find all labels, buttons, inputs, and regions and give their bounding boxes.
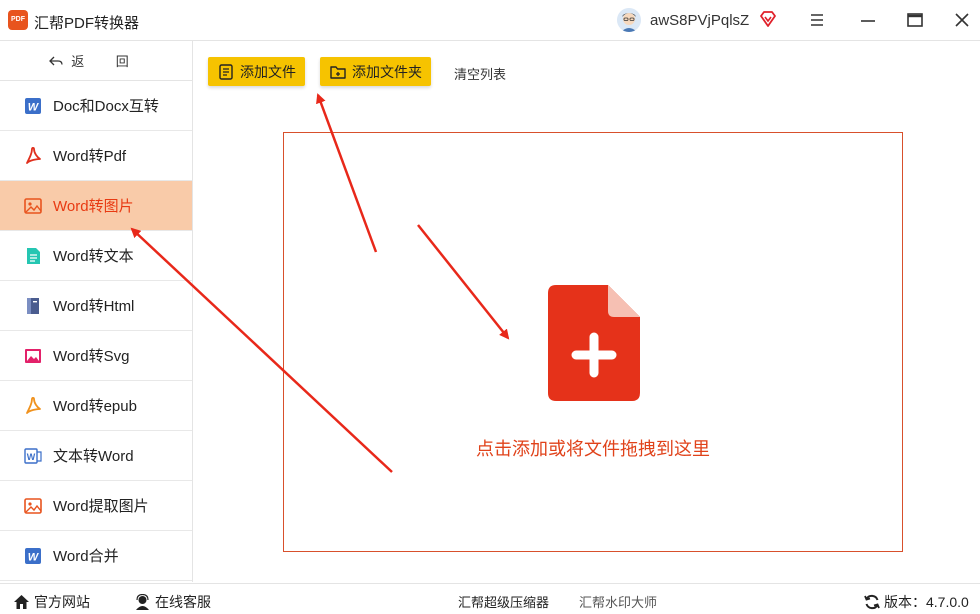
back-button[interactable]: 返 回 <box>0 41 192 81</box>
svg-image-icon <box>25 348 41 363</box>
svg-text:W: W <box>27 452 36 462</box>
file-drop-zone[interactable]: 点击添加或将文件拖拽到这里 <box>283 132 903 552</box>
back-label: 返 回 <box>71 54 143 69</box>
minimize-icon[interactable] <box>856 8 880 32</box>
sidebar: 返 回 W Doc和Docx互转 Word转Pdf Word转图片 Word转文… <box>0 41 193 582</box>
title-bar: PDF 汇帮PDF转换器 awS8PVjPqlsZ <box>0 0 980 41</box>
sidebar-item-label: Doc和Docx互转 <box>53 98 159 115</box>
sidebar-item-word-image[interactable]: Word转图片 <box>0 181 192 231</box>
version-info[interactable]: 版本：4.7.0.0 <box>864 592 969 612</box>
svg-text:W: W <box>28 101 40 113</box>
sidebar-item-label: Word转文本 <box>53 248 134 265</box>
add-folder-label: 添加文件夹 <box>352 63 422 80</box>
extract-image-icon <box>24 497 42 514</box>
word-outline-icon: W <box>24 447 42 464</box>
sidebar-item-label: Word转Html <box>53 298 135 315</box>
official-site-link[interactable]: 官方网站 <box>13 592 90 612</box>
add-file-label: 添加文件 <box>240 63 296 80</box>
sidebar-item-label: 文本转Word <box>53 448 134 465</box>
sidebar-item-word-html[interactable]: Word转Html <box>0 281 192 331</box>
back-arrow-icon <box>49 56 63 65</box>
add-file-button[interactable]: 添加文件 <box>208 57 305 86</box>
epub-icon <box>26 396 41 414</box>
sidebar-item-label: Word转图片 <box>53 198 134 215</box>
add-file-icon[interactable] <box>548 285 640 401</box>
version-label: 版本：4.7.0.0 <box>884 594 969 610</box>
user-avatar[interactable] <box>617 8 641 32</box>
word-icon: W <box>25 97 41 114</box>
maximize-icon[interactable] <box>903 8 927 32</box>
sidebar-item-word-merge[interactable]: W Word合并 <box>0 531 192 581</box>
app-logo: PDF <box>8 10 28 30</box>
sidebar-item-word-epub[interactable]: Word转epub <box>0 381 192 431</box>
username[interactable]: awS8PVjPqlsZ <box>650 12 749 29</box>
official-site-label: 官方网站 <box>34 594 90 610</box>
menu-icon[interactable] <box>805 8 829 32</box>
sidebar-item-extract-image[interactable]: Word提取图片 <box>0 481 192 531</box>
clear-list-button[interactable]: 清空列表 <box>454 64 506 83</box>
image-icon <box>24 197 42 214</box>
home-icon <box>14 595 29 609</box>
footer-bar: 官方网站 在线客服 汇帮超级压缩器 汇帮水印大师 版本：4.7.0.0 <box>0 583 980 614</box>
sidebar-item-doc-docx[interactable]: W Doc和Docx互转 <box>0 81 192 131</box>
sidebar-item-text-word[interactable]: W 文本转Word <box>0 431 192 481</box>
sidebar-item-label: Word转Pdf <box>53 148 127 165</box>
customer-service-icon <box>136 594 149 610</box>
word-icon: W <box>25 547 41 564</box>
text-file-icon <box>27 247 40 264</box>
close-icon[interactable] <box>950 8 974 32</box>
refresh-icon <box>864 594 880 610</box>
drop-hint-text: 点击添加或将文件拖拽到这里 <box>476 439 710 459</box>
watermark-link[interactable]: 汇帮水印大师 <box>579 592 657 611</box>
sidebar-item-label: Word转Svg <box>53 348 130 365</box>
add-folder-button[interactable]: 添加文件夹 <box>320 57 431 86</box>
file-list-icon <box>219 63 233 80</box>
vip-diamond-icon[interactable] <box>759 10 777 28</box>
sidebar-item-label: Word合并 <box>53 548 119 565</box>
app-title: 汇帮PDF转换器 <box>34 15 140 32</box>
sidebar-item-word-pdf[interactable]: Word转Pdf <box>0 131 192 181</box>
sidebar-item-label: Word提取图片 <box>53 498 149 515</box>
svg-text:W: W <box>28 551 40 563</box>
folder-add-icon <box>330 65 346 79</box>
compressor-link[interactable]: 汇帮超级压缩器 <box>458 592 549 611</box>
online-service-label: 在线客服 <box>155 594 211 610</box>
sidebar-item-word-svg[interactable]: Word转Svg <box>0 331 192 381</box>
sidebar-item-word-text[interactable]: Word转文本 <box>0 231 192 281</box>
html-book-icon <box>27 297 39 314</box>
online-service-link[interactable]: 在线客服 <box>134 592 211 612</box>
sidebar-item-label: Word转epub <box>53 398 137 415</box>
pdf-icon <box>26 146 41 164</box>
